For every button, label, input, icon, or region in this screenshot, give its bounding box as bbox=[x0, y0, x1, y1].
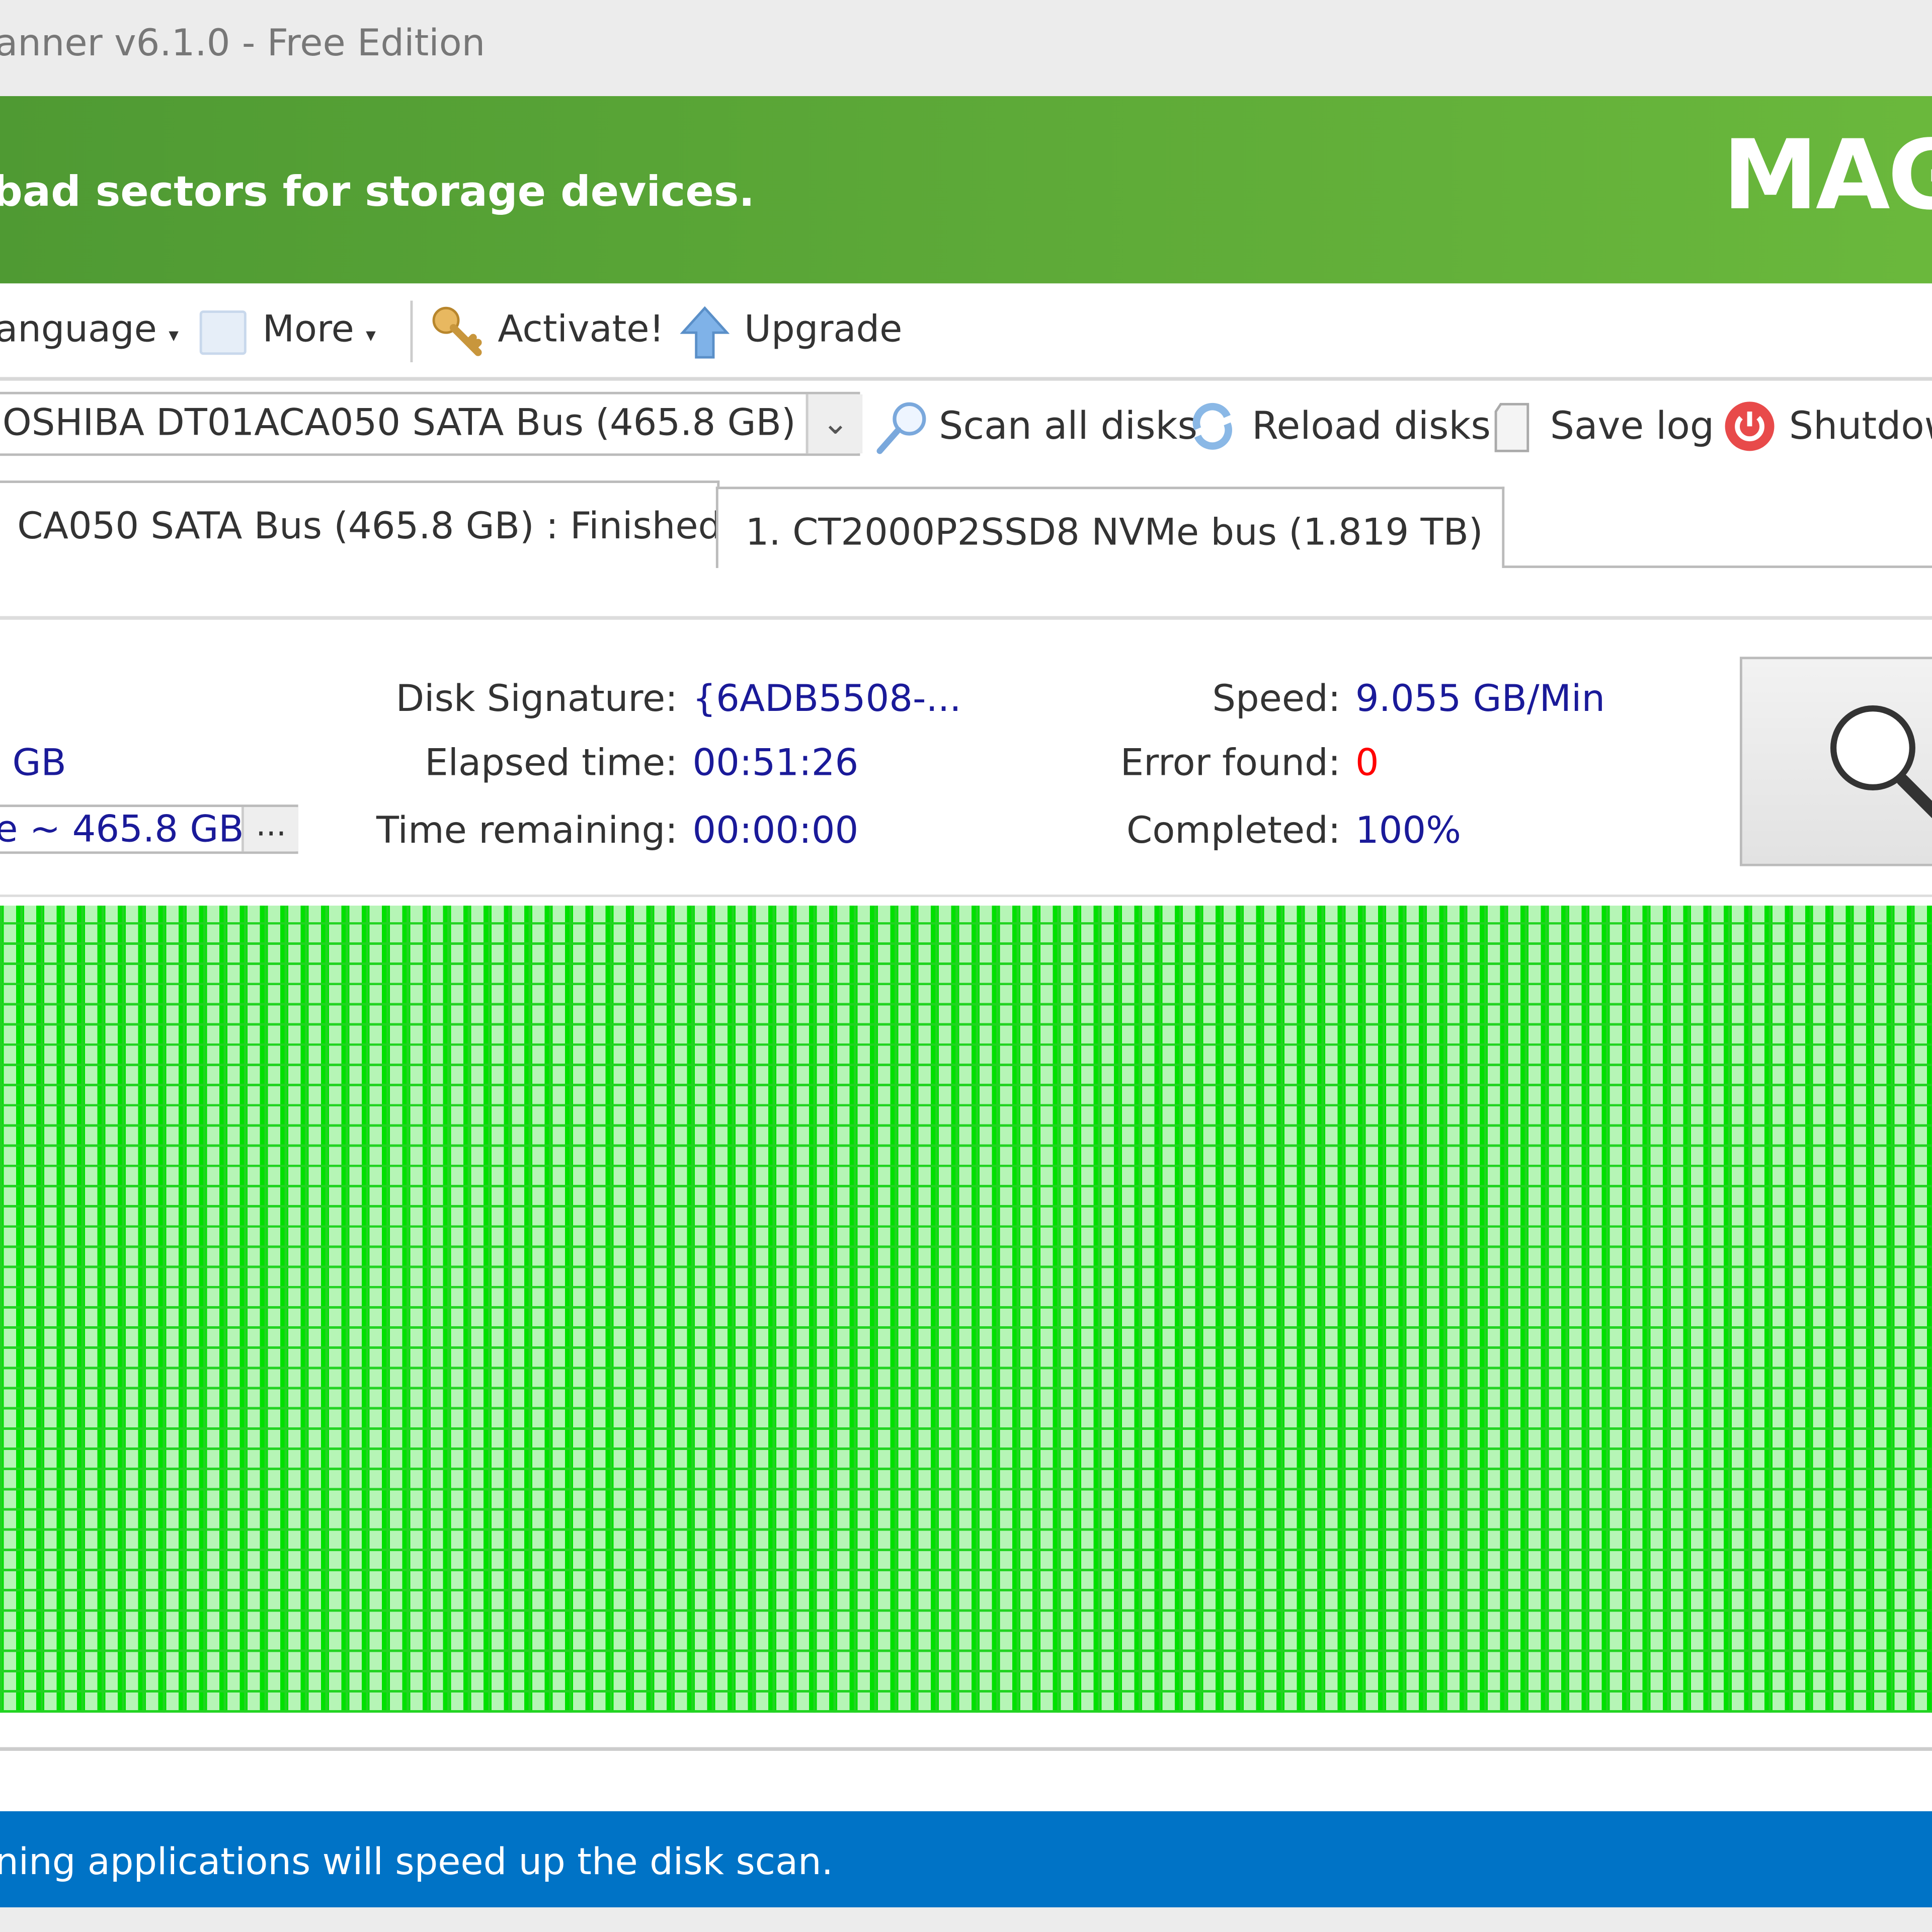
more-menu[interactable]: More ▾ bbox=[263, 308, 376, 351]
magnifier-icon bbox=[1830, 705, 1932, 819]
document-icon bbox=[1494, 403, 1530, 452]
error-found-label: Error found: bbox=[1120, 742, 1341, 785]
magnifier-icon bbox=[876, 402, 926, 454]
window-title: anner v6.1.0 - Free Edition bbox=[0, 22, 486, 65]
disk-signature-label: Disk Signature: bbox=[395, 677, 678, 721]
upgrade-button[interactable]: Upgrade bbox=[744, 308, 902, 351]
divider bbox=[0, 377, 1932, 381]
language-menu[interactable]: anguage ▾ bbox=[0, 308, 179, 351]
completed-label: Completed: bbox=[1126, 809, 1341, 853]
disk-signature-value: {6ADB5508-... bbox=[692, 677, 961, 721]
scan-range-button[interactable]: ... bbox=[242, 807, 298, 852]
caret-down-icon: ▾ bbox=[169, 323, 179, 347]
key-icon bbox=[432, 306, 482, 356]
language-label: anguage bbox=[0, 308, 157, 351]
window-bottom-edge bbox=[0, 1907, 1932, 1932]
toolbar-separator bbox=[410, 300, 413, 363]
start-scan-button[interactable] bbox=[1739, 657, 1932, 866]
scan-all-disks-button[interactable]: Scan all disks bbox=[939, 404, 1197, 448]
completed-value: 100% bbox=[1355, 809, 1461, 853]
divider bbox=[0, 616, 1932, 620]
disk-select-value: OSHIBA DT01ACA050 SATA Bus (465.8 GB) bbox=[2, 401, 796, 445]
tab-disk-ct2000[interactable]: 1. CT2000P2SSD8 NVMe bus (1.819 TB) bbox=[715, 487, 1505, 568]
time-remaining-label: Time remaining: bbox=[376, 809, 678, 853]
tab-strip-border bbox=[1503, 566, 1932, 568]
speed-label: Speed: bbox=[1212, 677, 1341, 721]
reload-icon bbox=[1192, 403, 1232, 450]
shutdown-button[interactable]: Shutdow bbox=[1789, 404, 1932, 448]
time-remaining-value: 00:00:00 bbox=[692, 809, 859, 853]
arrow-up-icon bbox=[680, 306, 730, 359]
chevron-down-icon[interactable]: ⌄ bbox=[806, 394, 863, 454]
save-log-button[interactable]: Save log bbox=[1550, 404, 1714, 448]
activate-button[interactable]: Activate! bbox=[498, 308, 664, 351]
divider bbox=[0, 894, 1932, 897]
elapsed-time-label: Elapsed time: bbox=[425, 742, 678, 785]
reload-disks-button[interactable]: Reload disks bbox=[1252, 404, 1491, 448]
speed-value: 9.055 GB/Min bbox=[1355, 677, 1605, 721]
disk-size-value: GB bbox=[12, 742, 66, 785]
banner-tagline: bad sectors for storage devices. bbox=[0, 168, 755, 217]
more-label: More bbox=[262, 308, 354, 351]
caret-down-icon: ▾ bbox=[366, 323, 376, 347]
brand-logo: MAG bbox=[1722, 121, 1932, 232]
elapsed-time-value: 00:51:26 bbox=[692, 742, 859, 785]
scan-range-value: e ~ 465.8 GB bbox=[0, 808, 244, 852]
more-icon bbox=[199, 310, 247, 355]
power-icon bbox=[1725, 401, 1775, 451]
sector-map-gridlines bbox=[0, 906, 1932, 1713]
status-message: ning applications will speed up the disk… bbox=[0, 1840, 833, 1884]
tab-disk-toshiba[interactable]: CA050 SATA Bus (465.8 GB) : Finished bbox=[0, 480, 721, 567]
divider bbox=[0, 1747, 1932, 1751]
app-window: anner v6.1.0 - Free Edition bad sectors … bbox=[0, 0, 1932, 1932]
error-found-value: 0 bbox=[1355, 742, 1379, 785]
